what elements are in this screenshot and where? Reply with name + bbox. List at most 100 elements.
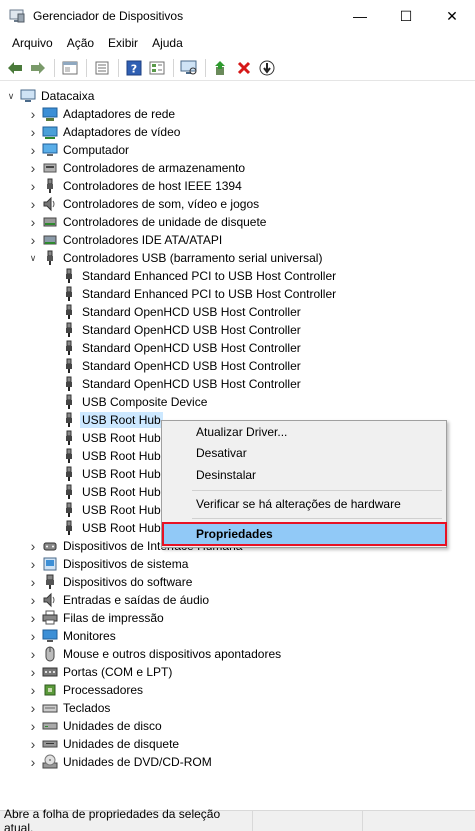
- menu-acao[interactable]: Ação: [59, 33, 100, 54]
- expand-chevron-right-icon[interactable]: ›: [27, 627, 39, 645]
- expand-chevron-right-icon[interactable]: ›: [27, 717, 39, 735]
- tree-usb-device[interactable]: USB Root Hub: [46, 519, 163, 537]
- list-view-button[interactable]: [91, 57, 113, 79]
- tree-usb-device[interactable]: USB Root Hub: [46, 501, 163, 519]
- tree-usb-device[interactable]: Standard Enhanced PCI to USB Host Contro…: [46, 267, 338, 285]
- tree-usb-device[interactable]: Standard OpenHCD USB Host Controller: [46, 357, 303, 375]
- close-icon: ✕: [446, 7, 458, 24]
- tree-category[interactable]: › Portas (COM e LPT): [27, 663, 174, 681]
- toolbar-separator: [205, 58, 206, 77]
- expand-chevron-right-icon[interactable]: ›: [27, 645, 39, 663]
- tree-root-datacaixa[interactable]: ∨ Datacaixa: [5, 87, 96, 105]
- close-button[interactable]: ✕: [429, 0, 475, 32]
- tree-category[interactable]: › Controladores IDE ATA/ATAPI: [27, 231, 224, 249]
- context-item-scan-hardware[interactable]: Verificar se há alterações de hardware: [164, 493, 444, 515]
- expand-chevron-right-icon[interactable]: ›: [27, 699, 39, 717]
- expand-chevron-right-icon[interactable]: ›: [27, 195, 39, 213]
- tree-category[interactable]: › Dispositivos do software: [27, 573, 194, 591]
- tree-category[interactable]: › Unidades de disco: [27, 717, 164, 735]
- tree-category[interactable]: › Adaptadores de vídeo: [27, 123, 182, 141]
- tree-category[interactable]: › Dispositivos de sistema: [27, 555, 190, 573]
- toolbar-separator: [54, 58, 55, 77]
- back-button[interactable]: [4, 57, 26, 79]
- tree-usb-device[interactable]: USB Root Hub: [46, 483, 163, 501]
- usb-device-icon: [61, 286, 77, 302]
- tree-category[interactable]: › Filas de impressão: [27, 609, 166, 627]
- expand-chevron-right-icon[interactable]: ›: [27, 735, 39, 753]
- expand-chevron-right-icon[interactable]: ›: [27, 663, 39, 681]
- expand-chevron-right-icon[interactable]: ›: [27, 555, 39, 573]
- tree-category[interactable]: › Controladores de som, vídeo e jogos: [27, 195, 261, 213]
- svg-text:?: ?: [131, 62, 137, 75]
- printer-icon: [42, 610, 58, 626]
- tree-usb-device[interactable]: USB Root Hub: [46, 447, 163, 465]
- expand-chevron-right-icon[interactable]: ›: [27, 753, 39, 771]
- usb-plug-icon: [42, 178, 58, 194]
- tree-usb-device[interactable]: USB Composite Device: [46, 393, 209, 411]
- tree-item-label: Standard OpenHCD USB Host Controller: [82, 305, 301, 319]
- tree-category[interactable]: › Mouse e outros dispositivos apontadores: [27, 645, 283, 663]
- maximize-button[interactable]: ☐: [383, 0, 429, 32]
- tree-category[interactable]: › Adaptadores de rede: [27, 105, 177, 123]
- tree-category[interactable]: › Controladores de armazenamento: [27, 159, 247, 177]
- usb-device-icon: [61, 412, 77, 428]
- monitor-scan-icon: [180, 60, 197, 74]
- tree-category[interactable]: › Entradas e saídas de áudio: [27, 591, 211, 609]
- tree-category[interactable]: › Controladores de unidade de disquete: [27, 213, 268, 231]
- expand-chevron-right-icon[interactable]: ›: [27, 537, 39, 555]
- tree-category[interactable]: › Unidades de disquete: [27, 735, 181, 753]
- expand-chevron-right-icon[interactable]: ›: [27, 573, 39, 591]
- expand-chevron-right-icon[interactable]: ›: [27, 681, 39, 699]
- uninstall-x-icon: [237, 61, 251, 74]
- tree-usb-device[interactable]: Standard OpenHCD USB Host Controller: [46, 321, 303, 339]
- expand-chevron-right-icon[interactable]: ›: [27, 159, 39, 177]
- menu-ajuda[interactable]: Ajuda: [144, 33, 189, 54]
- tree-usb-device[interactable]: Standard OpenHCD USB Host Controller: [46, 375, 303, 393]
- tree-usb-device[interactable]: Standard OpenHCD USB Host Controller: [46, 339, 303, 357]
- expand-chevron-right-icon[interactable]: ›: [27, 213, 39, 231]
- tree-usb-device[interactable]: Standard Enhanced PCI to USB Host Contro…: [46, 285, 338, 303]
- context-item-properties[interactable]: Propriedades: [162, 522, 447, 546]
- tree-usb-device[interactable]: USB Root Hub: [46, 429, 163, 447]
- tree-usb-device[interactable]: Standard OpenHCD USB Host Controller: [46, 303, 303, 321]
- tree-usb-device[interactable]: USB Root Hub: [46, 465, 163, 483]
- speaker-icon: [42, 196, 58, 212]
- context-item-disable[interactable]: Desativar: [164, 442, 444, 464]
- scan-hardware-button[interactable]: [178, 57, 200, 79]
- expand-chevron-right-icon[interactable]: ›: [27, 231, 39, 249]
- expand-chevron-right-icon[interactable]: ›: [27, 591, 39, 609]
- tree-usb-device[interactable]: USB Root Hub: [46, 411, 163, 429]
- tree-item-label: USB Root Hub: [82, 467, 161, 481]
- expand-chevron-right-icon[interactable]: ›: [27, 609, 39, 627]
- help-button[interactable]: ?: [123, 57, 145, 79]
- expand-chevron-down-icon[interactable]: ∨: [27, 249, 39, 267]
- expand-chevron-down-icon[interactable]: ∨: [5, 87, 17, 105]
- tree-category[interactable]: › Teclados: [27, 699, 112, 717]
- menu-arquivo[interactable]: Arquivo: [4, 33, 59, 54]
- expand-chevron-right-icon[interactable]: ›: [27, 177, 39, 195]
- disable-device-button[interactable]: [256, 57, 278, 79]
- tree-category[interactable]: › Monitores: [27, 627, 118, 645]
- context-item-update-driver[interactable]: Atualizar Driver...: [164, 421, 444, 443]
- update-driver-button[interactable]: [210, 57, 232, 79]
- expand-chevron-right-icon[interactable]: ›: [27, 141, 39, 159]
- properties-pane-button[interactable]: [59, 57, 81, 79]
- expand-chevron-right-icon[interactable]: ›: [27, 105, 39, 123]
- tree-category[interactable]: › Unidades de DVD/CD-ROM: [27, 753, 214, 771]
- uninstall-button[interactable]: [233, 57, 255, 79]
- tree-category[interactable]: ∨ Controladores USB (barramento serial un…: [27, 249, 324, 267]
- tree-category[interactable]: › Processadores: [27, 681, 145, 699]
- expand-chevron-right-icon[interactable]: ›: [27, 123, 39, 141]
- forward-button[interactable]: [27, 57, 49, 79]
- tree-category[interactable]: › Controladores de host IEEE 1394: [27, 177, 244, 195]
- usb-device-icon: [61, 394, 77, 410]
- toolbar-separator: [118, 58, 119, 77]
- context-item-uninstall[interactable]: Desinstalar: [164, 464, 444, 486]
- minimize-button[interactable]: —: [337, 0, 383, 32]
- tree-category[interactable]: › Computador: [27, 141, 131, 159]
- menu-exibir[interactable]: Exibir: [100, 33, 144, 54]
- details-button[interactable]: [146, 57, 168, 79]
